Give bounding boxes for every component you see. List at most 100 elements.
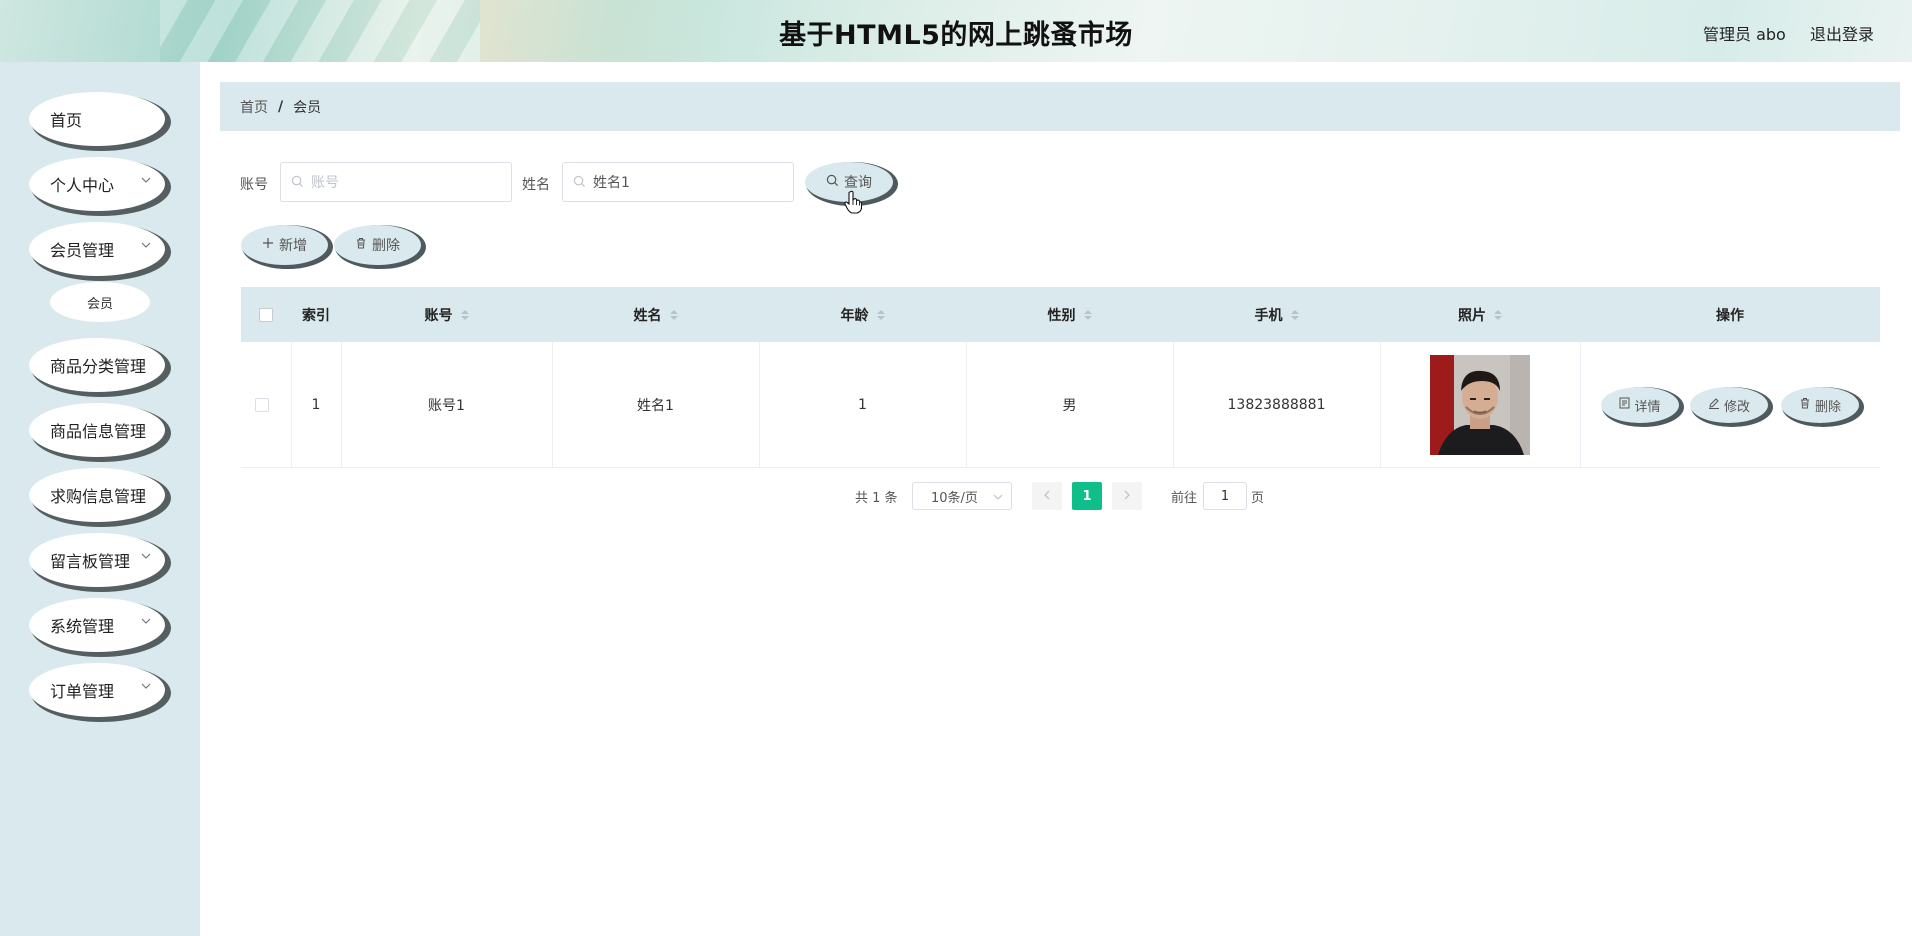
bulk-delete-button-label: 删除 (372, 238, 400, 254)
column-header-account[interactable]: 账号 (341, 287, 552, 342)
cell-index: 1 (311, 397, 321, 413)
page-size-value: 10条/页 (931, 490, 978, 506)
trash-icon (355, 237, 367, 253)
sidebar-item-label: 首页 (50, 111, 83, 130)
chevron-left-icon (1042, 489, 1052, 504)
column-divider (1580, 342, 1581, 468)
sidebar-item-order-management[interactable]: 订单管理 (29, 663, 165, 717)
column-header-label: 年龄 (840, 307, 869, 324)
sort-icon[interactable] (1494, 309, 1502, 320)
sidebar-item-personal-center[interactable]: 个人中心 (29, 157, 165, 211)
pagination-total: 共 1 条 (855, 491, 898, 506)
logout-link[interactable]: 退出登录 (1810, 21, 1874, 45)
page-number-current[interactable]: 1 (1072, 482, 1102, 510)
sidebar: 首页 个人中心 会员管理 会员 商品分类管理 商品信息管理 求购信息管理 留言板… (0, 62, 200, 936)
account-search-placeholder: 账号 (311, 175, 339, 191)
document-icon (1619, 397, 1630, 413)
bulk-delete-button[interactable]: 删除 (334, 225, 421, 265)
column-header-label: 性别 (1047, 307, 1076, 324)
breadcrumb: 首页 / 会员 (220, 82, 1900, 131)
breadcrumb-home[interactable]: 首页 (240, 97, 268, 117)
sidebar-item-member-management[interactable]: 会员管理 (29, 222, 165, 276)
chevron-down-icon (141, 550, 151, 564)
column-header-name[interactable]: 姓名 (552, 287, 759, 342)
prev-page-button[interactable] (1032, 482, 1062, 510)
column-header-index: 索引 (291, 287, 341, 342)
column-header-label: 操作 (1716, 307, 1744, 324)
name-search-input[interactable]: 姓名1 (562, 162, 794, 202)
admin-label: 管理员 abo (1703, 25, 1786, 44)
chevron-down-icon (141, 174, 151, 188)
sidebar-item-label: 留言板管理 (50, 552, 131, 571)
sidebar-item-category-management[interactable]: 商品分类管理 (29, 338, 165, 392)
sort-icon[interactable] (876, 309, 885, 320)
select-all-cell (241, 287, 291, 342)
sidebar-item-message-board-management[interactable]: 留言板管理 (29, 533, 165, 587)
sidebar-item-home[interactable]: 首页 (29, 92, 165, 146)
sidebar-item-label: 求购信息管理 (50, 487, 147, 506)
sidebar-item-purchase-request-management[interactable]: 求购信息管理 (29, 468, 165, 522)
search-icon (291, 175, 304, 192)
chevron-down-icon (141, 615, 151, 629)
sidebar-item-product-management[interactable]: 商品信息管理 (29, 403, 165, 457)
plus-icon (262, 237, 274, 253)
chevron-down-icon (141, 239, 151, 253)
column-header-label: 姓名 (633, 307, 662, 324)
select-all-checkbox[interactable] (259, 307, 273, 322)
column-header-label: 照片 (1458, 307, 1486, 324)
trash-icon (1799, 397, 1811, 413)
page-size-select[interactable]: 10条/页 (912, 482, 1012, 510)
page-unit-label: 页 (1251, 491, 1265, 506)
column-header-age[interactable]: 年龄 (759, 287, 966, 342)
row-delete-button-label: 删除 (1814, 399, 1841, 415)
query-button-label: 查询 (844, 175, 872, 191)
sort-icon[interactable] (1083, 309, 1092, 320)
column-header-gender[interactable]: 性别 (966, 287, 1173, 342)
name-search-value: 姓名1 (593, 175, 630, 191)
cell-phone: 13823888881 (1227, 397, 1326, 413)
edit-icon (1708, 397, 1720, 413)
row-checkbox[interactable] (255, 398, 269, 412)
edit-button[interactable]: 修改 (1690, 387, 1768, 423)
sort-icon[interactable] (460, 309, 469, 320)
cell-name: 姓名1 (637, 398, 674, 414)
add-button-label: 新增 (279, 238, 307, 254)
sidebar-subitem-label: 会员 (86, 296, 113, 312)
column-header-photo[interactable]: 照片 (1380, 287, 1580, 342)
search-icon (573, 175, 586, 192)
chevron-down-icon (993, 491, 1003, 506)
column-header-label: 手机 (1254, 307, 1283, 324)
sidebar-item-system-management[interactable]: 系统管理 (29, 598, 165, 652)
table-header: 索引 账号 姓名 年龄 性别 手机 照片 操作 (241, 287, 1880, 342)
cell-account: 账号1 (428, 398, 465, 414)
sidebar-item-label: 商品信息管理 (50, 422, 147, 441)
top-header: 基于HTML5的网上跳蚤市场 管理员 abo 退出登录 (0, 0, 1912, 62)
sidebar-item-label: 会员管理 (50, 241, 115, 260)
sort-icon[interactable] (1290, 309, 1299, 320)
search-icon (826, 174, 839, 191)
sidebar-item-label: 个人中心 (50, 176, 115, 195)
next-page-button[interactable] (1112, 482, 1142, 510)
sidebar-item-label: 系统管理 (50, 617, 115, 636)
member-photo[interactable] (1430, 355, 1530, 455)
row-delete-button[interactable]: 删除 (1781, 387, 1859, 423)
detail-button-label: 详情 (1634, 399, 1661, 415)
add-button[interactable]: 新增 (241, 225, 328, 265)
name-label: 姓名 (522, 177, 550, 193)
cell-gender: 男 (1062, 398, 1077, 414)
row-select-cell (241, 342, 291, 468)
account-search-input[interactable]: 账号 (280, 162, 512, 202)
detail-button[interactable]: 详情 (1601, 387, 1679, 423)
chevron-right-icon (1122, 489, 1132, 504)
column-header-label: 账号 (424, 307, 453, 324)
site-title: 基于HTML5的网上跳蚤市场 (779, 20, 1133, 51)
column-header-phone[interactable]: 手机 (1173, 287, 1380, 342)
goto-label: 前往 (1171, 491, 1198, 506)
breadcrumb-separator: / (278, 98, 284, 115)
sort-icon[interactable] (669, 309, 678, 320)
hand-cursor-icon (844, 190, 863, 218)
sidebar-subitem-member[interactable]: 会员 (50, 282, 150, 322)
cell-photo (1380, 342, 1580, 468)
edit-button-label: 修改 (1723, 399, 1750, 415)
goto-page-input[interactable]: 1 (1203, 482, 1247, 510)
